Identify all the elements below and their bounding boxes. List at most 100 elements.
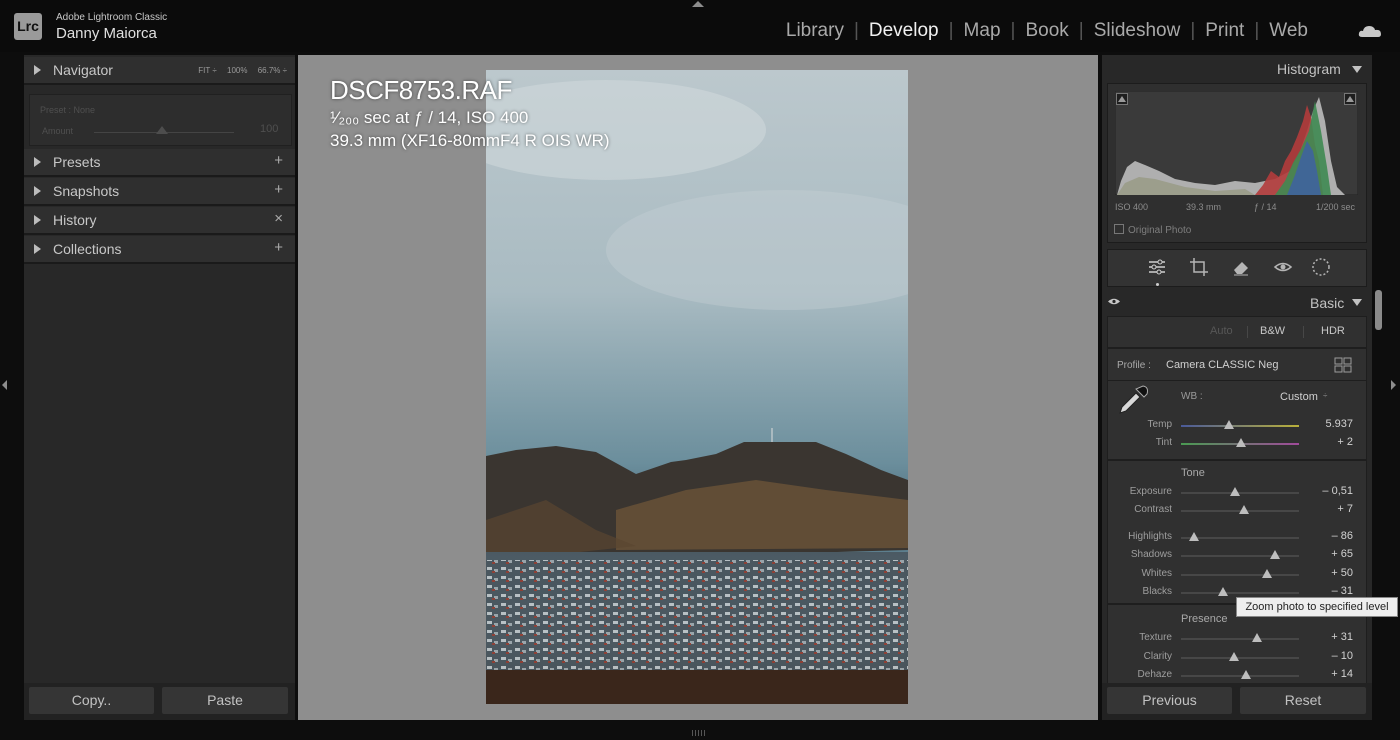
navigator-panel-header[interactable]: Navigator FIT ÷ 100% 66.7% ÷ [24, 57, 295, 85]
histogram-graph[interactable] [1115, 91, 1358, 195]
reset-button[interactable]: Reset [1240, 687, 1366, 714]
texture-slider-track[interactable] [1181, 638, 1299, 640]
healing-eraser-icon[interactable] [1231, 257, 1251, 277]
temp-slider-track[interactable] [1181, 425, 1299, 427]
collapse-triangle-icon[interactable] [1352, 66, 1362, 73]
previous-button[interactable]: Previous [1107, 687, 1232, 714]
zoom-100-option[interactable]: 100% [227, 66, 247, 75]
edit-sliders-icon[interactable] [1147, 257, 1167, 277]
paste-settings-button[interactable]: Paste [162, 687, 288, 714]
module-library[interactable]: Library [776, 20, 854, 42]
presets-panel-header[interactable]: Presets + [24, 149, 295, 177]
shadows-value[interactable]: + 65 [1296, 548, 1353, 560]
amount-slider-thumb[interactable] [156, 126, 168, 134]
photo-preview[interactable] [486, 70, 908, 704]
history-panel-header[interactable]: History × [24, 207, 295, 235]
whites-slider-track[interactable] [1181, 574, 1299, 576]
blacks-slider-track[interactable] [1181, 592, 1299, 594]
tint-label: Tint [1155, 437, 1172, 448]
collections-panel-header[interactable]: Collections + [24, 236, 295, 264]
contrast-slider-thumb[interactable] [1238, 505, 1249, 514]
whites-label: Whites [1141, 568, 1172, 579]
clarity-value[interactable]: – 10 [1296, 650, 1353, 662]
dehaze-slider-thumb[interactable] [1240, 670, 1251, 679]
highlight-clipping-icon[interactable] [1344, 93, 1356, 105]
clarity-slider-track[interactable] [1181, 657, 1299, 659]
module-map[interactable]: Map [954, 20, 1011, 42]
amount-label: Amount [42, 126, 74, 136]
profile-browser-grid-icon[interactable] [1334, 356, 1352, 374]
exposure-value[interactable]: – 0,51 [1296, 485, 1353, 497]
navigator-zoom-options: FIT ÷ 100% 66.7% ÷ [190, 66, 287, 75]
hdr-button[interactable]: HDR [1321, 325, 1345, 337]
temp-slider-thumb[interactable] [1224, 420, 1235, 429]
button-separator [1303, 326, 1304, 338]
temp-label: Temp [1147, 419, 1172, 430]
module-book[interactable]: Book [1015, 20, 1078, 42]
copy-settings-button[interactable]: Copy.. [29, 687, 154, 714]
blacks-label: Blacks [1142, 586, 1172, 597]
active-tool-indicator [1156, 283, 1159, 286]
histogram-shutter: 1/200 sec [1316, 202, 1356, 212]
temp-value[interactable]: 5.937 [1296, 418, 1353, 430]
zoom-667-option[interactable]: 66.7% ÷ [258, 66, 287, 75]
contrast-value[interactable]: + 7 [1296, 503, 1353, 515]
zoom-fit-option[interactable]: FIT ÷ [198, 66, 216, 75]
texture-slider-thumb[interactable] [1251, 633, 1262, 642]
user-name[interactable]: Danny Maiorca [56, 25, 157, 42]
highlights-slider-thumb[interactable] [1188, 532, 1199, 541]
highlights-value[interactable]: – 86 [1296, 530, 1353, 542]
histogram-label[interactable]: Histogram [1277, 61, 1341, 77]
filmstrip-grip-icon[interactable] [692, 730, 706, 736]
highlights-label: Highlights [1128, 531, 1172, 542]
add-collection-icon[interactable]: + [274, 239, 283, 256]
tint-value[interactable]: + 2 [1296, 436, 1353, 448]
clarity-slider-thumb[interactable] [1229, 652, 1240, 661]
visibility-eye-icon[interactable] [1108, 297, 1120, 306]
module-print[interactable]: Print [1195, 20, 1254, 42]
texture-value[interactable]: + 31 [1296, 631, 1353, 643]
wb-dropdown[interactable]: Custom [1280, 391, 1318, 403]
module-web[interactable]: Web [1259, 20, 1318, 42]
shadow-clipping-icon[interactable] [1116, 93, 1128, 105]
original-photo-checkbox[interactable] [1114, 224, 1124, 234]
left-panel: Navigator FIT ÷ 100% 66.7% ÷ Presets + S… [24, 55, 295, 720]
dehaze-label: Dehaze [1137, 669, 1172, 680]
wb-eyedropper-icon[interactable] [1116, 383, 1150, 417]
whites-value[interactable]: + 50 [1296, 567, 1353, 579]
cloud-sync-icon[interactable] [1358, 25, 1382, 37]
collapse-right-panel-arrow-icon[interactable] [1391, 380, 1396, 390]
shadows-slider-thumb[interactable] [1270, 550, 1281, 559]
module-develop[interactable]: Develop [859, 20, 949, 42]
masking-icon[interactable] [1311, 257, 1331, 277]
tint-slider-thumb[interactable] [1236, 438, 1247, 447]
preset-amount-box: Preset : None Amount 100 [29, 94, 292, 146]
original-photo-toggle[interactable]: Original Photo [1114, 224, 1191, 236]
add-snapshot-icon[interactable]: + [274, 181, 283, 198]
red-eye-icon[interactable] [1273, 257, 1293, 277]
dehaze-value[interactable]: + 14 [1296, 668, 1353, 680]
collapse-triangle-icon[interactable] [1352, 299, 1362, 306]
lrc-logo: Lrc [14, 13, 42, 40]
whites-slider-thumb[interactable] [1262, 569, 1273, 578]
wb-stepper-icon[interactable]: ÷ [1323, 391, 1327, 400]
add-preset-icon[interactable]: + [274, 152, 283, 169]
exposure-slider-thumb[interactable] [1230, 487, 1241, 496]
blacks-value[interactable]: – 31 [1296, 585, 1353, 597]
histogram-focal-length: 39.3 mm [1186, 202, 1222, 212]
crop-icon[interactable] [1189, 257, 1209, 277]
clear-history-icon[interactable]: × [274, 210, 283, 227]
snapshots-panel-header[interactable]: Snapshots + [24, 178, 295, 206]
collapse-left-panel-arrow-icon[interactable] [2, 380, 7, 390]
blacks-slider-thumb[interactable] [1218, 587, 1229, 596]
shadows-slider-track[interactable] [1181, 555, 1299, 557]
amount-value: 100 [260, 123, 279, 135]
bw-button[interactable]: B&W [1260, 325, 1285, 337]
right-panel-scrollbar[interactable] [1375, 290, 1382, 330]
profile-dropdown[interactable]: Camera CLASSIC Neg [1166, 359, 1279, 371]
basic-panel-label[interactable]: Basic [1310, 295, 1344, 311]
collapse-top-panel-arrow-icon[interactable] [692, 1, 704, 7]
auto-button[interactable]: Auto [1210, 325, 1233, 337]
photo-exposure-info: ¹⁄₂₀₀ sec at ƒ / 14, ISO 400 [330, 108, 529, 127]
module-slideshow[interactable]: Slideshow [1084, 20, 1191, 42]
